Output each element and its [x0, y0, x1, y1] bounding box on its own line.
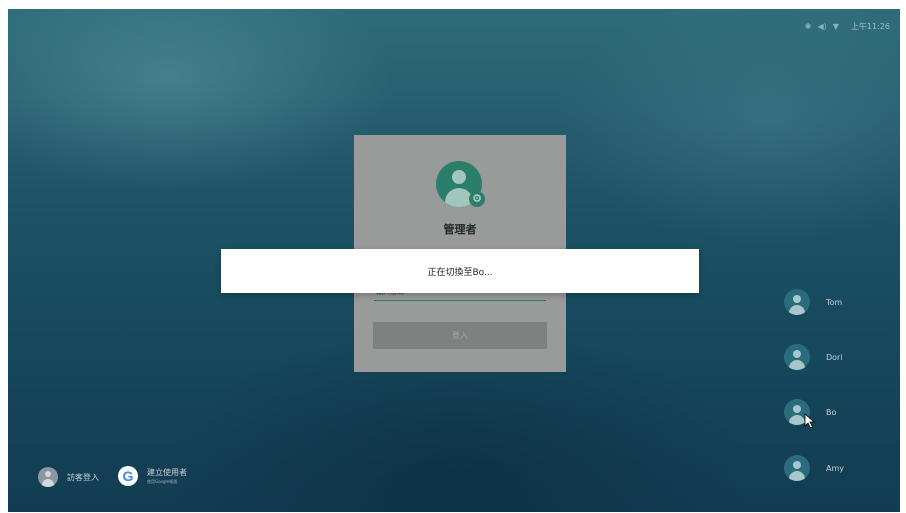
login-screen: ✱ ◀) ▼ 上午11:26 ⚙ 管理者 登入 正在切換至Bo... Tom D…	[8, 9, 900, 512]
user-avatar	[784, 289, 810, 315]
status-bar: ✱ ◀) ▼ 上午11:26	[805, 21, 890, 32]
google-icon: G	[118, 466, 138, 486]
user-name: Bo	[826, 407, 837, 417]
user-item-amy[interactable]: Amy	[784, 455, 844, 481]
user-avatar	[784, 344, 810, 370]
gear-icon: ⚙	[469, 191, 485, 207]
bluetooth-icon: ✱	[804, 21, 812, 31]
user-name: Tom	[826, 297, 843, 307]
guest-login-label: 訪客登入	[67, 472, 99, 482]
volume-icon: ◀)	[817, 21, 827, 31]
toast-message: 正在切換至Bo...	[427, 267, 493, 278]
create-user-button[interactable]: G 建立使用者 使用Google帳號	[118, 466, 187, 486]
wifi-icon: ▼	[832, 21, 839, 31]
guest-login-button[interactable]: 訪客登入	[38, 467, 99, 487]
guest-avatar-icon	[38, 467, 58, 487]
create-user-sub: 使用Google帳號	[147, 479, 178, 484]
user-item-tom[interactable]: Tom	[784, 289, 842, 315]
switching-toast: 正在切換至Bo...	[221, 249, 699, 293]
mouse-cursor-icon	[804, 413, 816, 429]
user-avatar	[784, 455, 810, 481]
user-name: Dori	[826, 352, 843, 362]
login-button[interactable]: 登入	[373, 322, 547, 349]
user-item-dori[interactable]: Dori	[784, 344, 843, 370]
create-user-label: 建立使用者	[147, 468, 187, 477]
user-name: Amy	[826, 463, 844, 473]
card-title: 管理者	[443, 223, 477, 236]
status-clock: 上午11:26	[850, 22, 890, 31]
